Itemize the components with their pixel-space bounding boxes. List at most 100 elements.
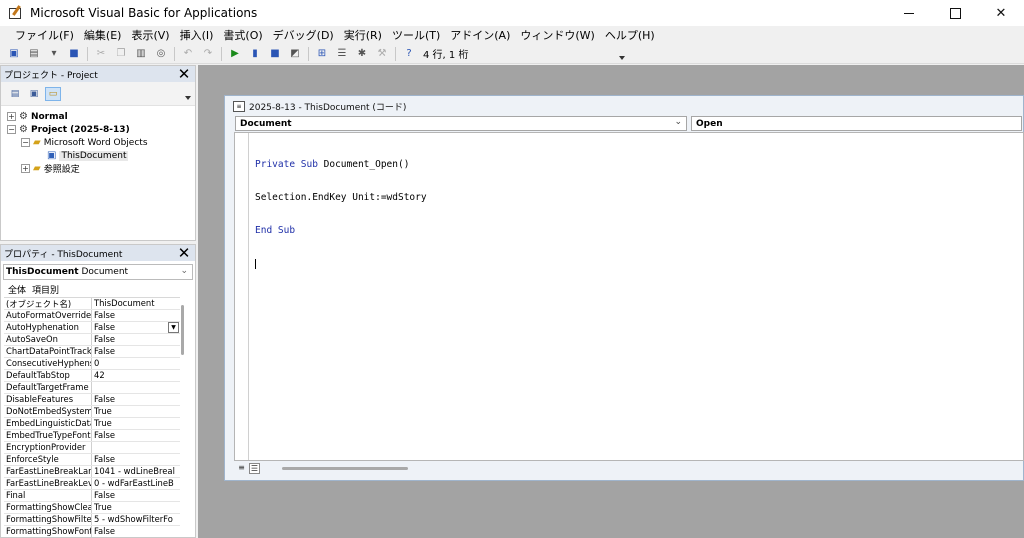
view-object-icon[interactable]: ▣ — [26, 87, 42, 101]
property-value[interactable]: False — [92, 454, 179, 465]
property-value[interactable]: 0 — [92, 358, 179, 369]
project-toolbar-scroll-icon[interactable] — [184, 86, 192, 102]
property-value[interactable]: 1041 - wdLineBreal — [92, 466, 179, 477]
view-word-icon[interactable]: ▣ — [6, 46, 22, 62]
break-icon[interactable]: ▮ — [247, 46, 263, 62]
property-value[interactable]: False ▼ — [92, 322, 179, 333]
dropdown-arrow-icon[interactable]: ▾ — [46, 46, 62, 62]
object-select[interactable]: ThisDocument Document ⌄ — [3, 264, 193, 280]
properties-window-icon[interactable]: ☰ — [334, 46, 350, 62]
find-icon[interactable]: ◎ — [153, 46, 169, 62]
minimize-button[interactable] — [886, 0, 932, 26]
property-row[interactable]: EnforceStyle False — [4, 454, 180, 466]
view-code-icon[interactable]: ▤ — [7, 87, 23, 101]
tree-node-this-document[interactable]: ▣ ThisDocument — [1, 149, 195, 162]
property-value[interactable]: True — [92, 502, 179, 513]
design-mode-icon[interactable]: ◩ — [287, 46, 303, 62]
property-row[interactable]: DisableFeatures False — [4, 394, 180, 406]
property-row[interactable]: AutoHyphenation False ▼ — [4, 322, 180, 334]
close-button[interactable]: ✕ — [978, 0, 1024, 26]
property-value[interactable] — [92, 382, 179, 393]
properties-close-icon[interactable]: ✕ — [177, 246, 191, 261]
dropdown-arrow-icon[interactable]: ▼ — [168, 322, 179, 333]
expand-icon[interactable]: + — [21, 164, 30, 173]
collapse-icon[interactable]: − — [21, 138, 30, 147]
property-row[interactable]: DoNotEmbedSystemF True — [4, 406, 180, 418]
property-value[interactable]: False — [92, 430, 179, 441]
property-row[interactable]: ChartDataPointTrack False — [4, 346, 180, 358]
toggle-folders-icon[interactable]: ▭ — [45, 86, 61, 101]
object-combo[interactable]: Document ⌄ — [235, 116, 687, 131]
procedure-combo[interactable]: Open — [691, 116, 1022, 131]
tab-categorized[interactable]: 項目別 — [32, 283, 65, 296]
reset-icon[interactable]: ■ — [267, 46, 283, 62]
property-row[interactable]: EmbedLinguisticData True — [4, 418, 180, 430]
maximize-button[interactable] — [932, 0, 978, 26]
property-row[interactable]: DefaultTargetFrame — [4, 382, 180, 394]
property-row[interactable]: Final False — [4, 490, 180, 502]
property-value[interactable]: 5 - wdShowFilterFo — [92, 514, 179, 525]
property-row[interactable]: FormattingShowFilter 5 - wdShowFilterFo — [4, 514, 180, 526]
project-explorer-icon[interactable]: ⊞ — [314, 46, 330, 62]
property-row[interactable]: EncryptionProvider — [4, 442, 180, 454]
full-module-view-icon[interactable]: ☰ — [249, 462, 260, 474]
horizontal-scrollbar[interactable] — [282, 466, 408, 470]
paste-icon[interactable]: ▥ — [133, 46, 149, 62]
property-row[interactable]: (オブジェクト名) ThisDocument — [4, 298, 180, 310]
menu-insert[interactable]: 挿入(I) — [175, 27, 219, 43]
property-value[interactable]: False — [92, 526, 179, 537]
property-row[interactable]: AutoSaveOn False — [4, 334, 180, 346]
property-value[interactable]: True — [92, 418, 179, 429]
menu-tools[interactable]: ツール(T) — [387, 27, 445, 43]
menu-debug[interactable]: デバッグ(D) — [268, 27, 339, 43]
menu-edit[interactable]: 編集(E) — [79, 27, 127, 43]
property-row[interactable]: AutoFormatOverride False — [4, 310, 180, 322]
property-value[interactable]: False — [92, 346, 179, 357]
copy-icon[interactable]: ❐ — [113, 46, 129, 62]
menu-format[interactable]: 書式(O) — [218, 27, 267, 43]
properties-scrollbar[interactable] — [181, 305, 184, 355]
object-browser-icon[interactable]: ✱ — [354, 46, 370, 62]
margin-indicator-bar[interactable] — [235, 133, 249, 460]
cut-icon[interactable]: ✂ — [93, 46, 109, 62]
project-close-icon[interactable]: ✕ — [177, 67, 191, 82]
property-value[interactable]: False — [92, 310, 179, 321]
property-row[interactable]: DefaultTabStop 42 — [4, 370, 180, 382]
expand-icon[interactable]: + — [7, 112, 16, 121]
tree-node-normal[interactable]: + ⚙ Normal — [1, 110, 195, 123]
menu-window[interactable]: ウィンドウ(W) — [515, 27, 599, 43]
run-icon[interactable]: ▶ — [227, 46, 243, 62]
help-icon[interactable]: ? — [401, 46, 417, 62]
menu-help[interactable]: ヘルプ(H) — [600, 27, 660, 43]
redo-icon[interactable]: ↷ — [200, 46, 216, 62]
menu-run[interactable]: 実行(R) — [339, 27, 387, 43]
tree-node-project[interactable]: − ⚙ Project (2025-8-13) — [1, 123, 195, 136]
toolbox-icon[interactable]: ⚒ — [374, 46, 390, 62]
property-row[interactable]: FormattingShowClear True — [4, 502, 180, 514]
code-editor[interactable]: Private Sub Document_Open() Selection.En… — [234, 132, 1024, 461]
property-value[interactable] — [92, 442, 179, 453]
undo-icon[interactable]: ↶ — [180, 46, 196, 62]
property-row[interactable]: FarEastLineBreakLan 1041 - wdLineBreal — [4, 466, 180, 478]
collapse-icon[interactable]: − — [7, 125, 16, 134]
property-value[interactable]: False — [92, 394, 179, 405]
menu-addins[interactable]: アドイン(A) — [445, 27, 515, 43]
save-icon[interactable]: ■ — [66, 46, 82, 62]
toolbar-options-icon[interactable] — [618, 44, 626, 64]
property-value[interactable]: False — [92, 490, 179, 501]
tree-node-references[interactable]: + ▰ 参照設定 — [1, 162, 195, 175]
code-text[interactable]: Private Sub Document_Open() Selection.En… — [255, 137, 427, 291]
property-row[interactable]: FarEastLineBreakLev 0 - wdFarEastLineB — [4, 478, 180, 490]
property-value[interactable]: 42 — [92, 370, 179, 381]
property-value[interactable]: ThisDocument — [92, 298, 179, 309]
menu-view[interactable]: 表示(V) — [126, 27, 174, 43]
property-value[interactable]: False — [92, 334, 179, 345]
tree-node-word-objects[interactable]: − ▰ Microsoft Word Objects — [1, 136, 195, 149]
property-value[interactable]: 0 - wdFarEastLineB — [92, 478, 179, 489]
property-row[interactable]: ConsecutiveHyphens 0 — [4, 358, 180, 370]
tab-alphabetic[interactable]: 全体 — [6, 283, 32, 296]
procedure-view-icon[interactable]: ≡ — [236, 463, 247, 474]
property-row[interactable]: FormattingShowFont False — [4, 526, 180, 537]
menu-file[interactable]: ファイル(F) — [10, 27, 79, 43]
property-row[interactable]: EmbedTrueTypeFonts False — [4, 430, 180, 442]
